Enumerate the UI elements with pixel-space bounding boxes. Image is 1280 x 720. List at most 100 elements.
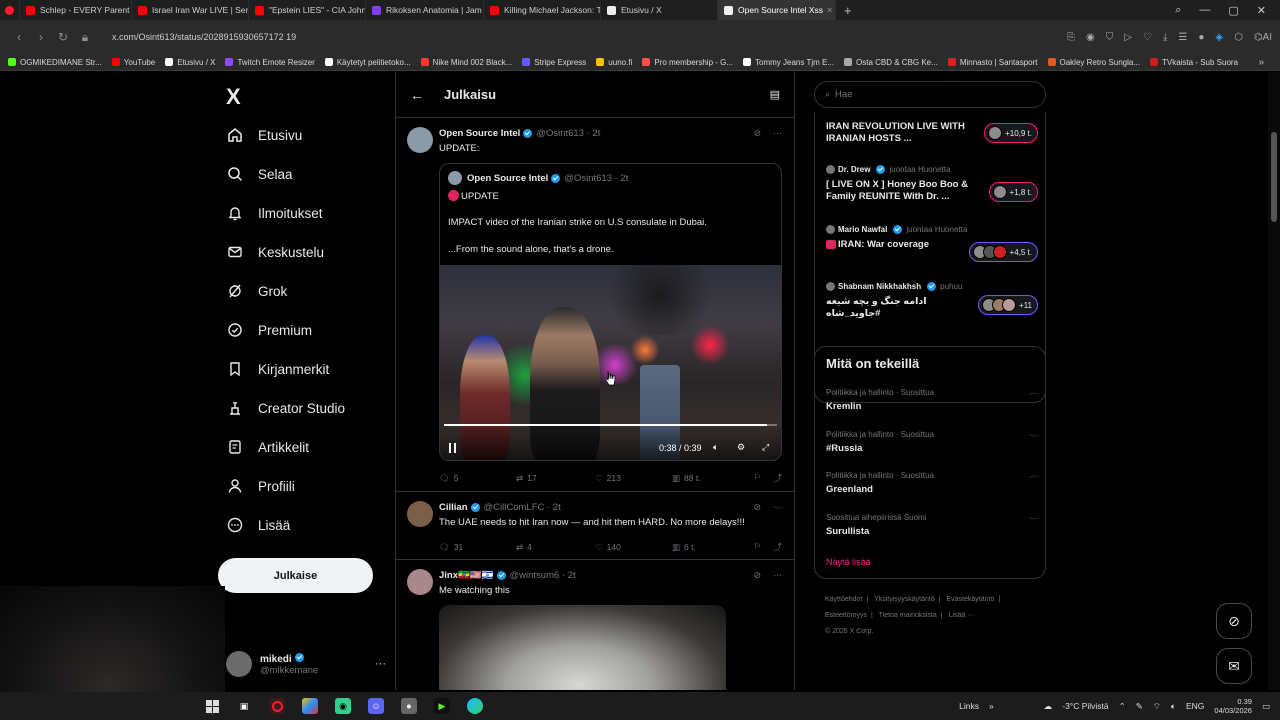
- views-button[interactable]: ▥ 88 t.: [672, 473, 751, 484]
- search-input[interactable]: ⌕ Hae: [814, 81, 1046, 108]
- video-player[interactable]: 0:38 / 0:39 🔈︎ ⚙ ⤢: [440, 265, 781, 460]
- bookmark-item[interactable]: Etusivu / X: [165, 58, 215, 67]
- live-listeners-pill[interactable]: +4,5 t.: [968, 242, 1038, 262]
- quoted-tweet[interactable]: Open Source Intel @Osint613 · 2t UPDATE …: [439, 163, 782, 461]
- tweet-more-icon[interactable]: ···: [773, 502, 782, 513]
- shield-icon[interactable]: ⛉: [1106, 32, 1114, 43]
- opera-menu-icon[interactable]: [0, 0, 20, 20]
- bookmark-item[interactable]: OGMIKEDIMANE Str...: [8, 58, 102, 67]
- bookmark-item[interactable]: Pro membership - G...: [642, 58, 733, 67]
- network-icon[interactable]: ⌔: [1153, 701, 1161, 712]
- nav-item-more[interactable]: Lisää: [226, 511, 290, 539]
- tweet-author-name[interactable]: Cillian: [439, 502, 468, 513]
- trend-more-icon[interactable]: ···: [1029, 471, 1038, 481]
- play-icon[interactable]: ▷: [1124, 32, 1132, 43]
- live-listeners-pill[interactable]: +10,9 t.: [984, 123, 1038, 143]
- nav-item-creator-studio[interactable]: Creator Studio: [226, 394, 345, 422]
- repost-button[interactable]: ⇄ 17: [516, 473, 595, 484]
- tray-expand-icon[interactable]: ⌃: [1119, 701, 1126, 712]
- discord-taskbar-icon[interactable]: ☺: [368, 698, 384, 714]
- reader-mode-icon[interactable]: ▤: [770, 88, 780, 101]
- settings-gear-icon[interactable]: ⚙: [737, 442, 745, 453]
- live-space-item[interactable]: Shabnam Nikkhakhsh puhuu ادامه جنگ و بچه …: [826, 280, 1038, 330]
- avatar[interactable]: [407, 501, 433, 527]
- account-icon[interactable]: ●: [1198, 32, 1204, 43]
- nav-item-bookmarks[interactable]: Kirjanmerkit: [226, 355, 329, 383]
- grok-explain-icon[interactable]: ⊘: [753, 128, 761, 139]
- lock-icon[interactable]: 🔒︎: [74, 30, 96, 45]
- ai-icon[interactable]: ⌬AI: [1254, 32, 1272, 43]
- bookmarks-overflow-icon[interactable]: »: [1258, 57, 1280, 68]
- repost-button[interactable]: ⇄ 4: [516, 542, 595, 553]
- tweet-more-icon[interactable]: ···: [773, 570, 782, 581]
- live-space-item[interactable]: IRAN REVOLUTION LIVE WITH IRANIAN HOSTS …: [826, 121, 1038, 153]
- tweet-author-name[interactable]: Open Source Intel: [439, 128, 520, 139]
- bookmark-item[interactable]: TVkaista - Sub Suora: [1149, 58, 1238, 67]
- browser-tab[interactable]: Killing Michael Jackson: Ti: [484, 0, 601, 20]
- reply-button[interactable]: 🗨︎ 5: [439, 473, 516, 484]
- tweet-author-name[interactable]: Jinx🇪🇹🇺🇸🇮🇱: [439, 570, 494, 581]
- close-tab-icon[interactable]: ×: [823, 5, 832, 15]
- clock[interactable]: 0.39 04/03/2026: [1214, 697, 1252, 715]
- forward-nav-icon[interactable]: ›: [30, 30, 52, 44]
- nav-item-grok[interactable]: Grok: [226, 277, 287, 305]
- avatar[interactable]: [407, 569, 433, 595]
- account-more-icon[interactable]: ···: [375, 658, 386, 670]
- app-taskbar-icon[interactable]: [302, 698, 318, 714]
- bookmark-item[interactable]: uuno.fi: [596, 58, 632, 67]
- bookmark-item[interactable]: Twitch Emote Resizer: [225, 58, 315, 67]
- live-listeners-pill[interactable]: +1,8 t.: [988, 182, 1038, 202]
- bookmark-icon[interactable]: ⚐: [754, 472, 762, 484]
- back-nav-icon[interactable]: ‹: [8, 30, 30, 44]
- links-toolbar[interactable]: Links: [959, 701, 979, 711]
- search-tabs-icon[interactable]: ⌕: [1175, 4, 1181, 17]
- bookmark-item[interactable]: Käytetyt pelitietoko...: [324, 58, 411, 67]
- trend-item[interactable]: Suosittua aihepiirissä Suomi Surullista …: [826, 513, 1038, 537]
- browser-tab[interactable]: Rikoksen Anatomia | Jam: [366, 0, 484, 20]
- download-icon[interactable]: ⤓: [1163, 32, 1167, 43]
- tweet[interactable]: Jinx🇪🇹🇺🇸🇮🇱 @wintsum6 · 2t ⊘ ··· Me watchi…: [396, 560, 794, 690]
- tweet[interactable]: Cillian @CillComLFC · 2t ⊘ ··· The UAE ne…: [396, 492, 794, 560]
- notification-icon[interactable]: ▭: [1262, 701, 1270, 712]
- bookmark-item[interactable]: Osta CBD & CBG Ke...: [844, 58, 938, 67]
- avatar[interactable]: [407, 127, 433, 153]
- volume-icon[interactable]: 🔈︎: [1171, 701, 1176, 712]
- spotify-like-taskbar-icon[interactable]: ◉: [335, 698, 351, 714]
- grok-fab-button[interactable]: ⊘: [1216, 603, 1252, 639]
- bookmark-icon[interactable]: ⚐: [754, 541, 762, 553]
- grok-explain-icon[interactable]: ⊘: [753, 570, 761, 581]
- footer-link[interactable]: Evästekäytäntö: [947, 596, 995, 603]
- streaming-app-taskbar-icon[interactable]: ▶: [434, 698, 450, 714]
- share-icon[interactable]: ⤴: [773, 472, 782, 484]
- language-indicator[interactable]: ENG: [1186, 701, 1204, 711]
- nav-item-premium[interactable]: Premium: [226, 316, 312, 344]
- obs-taskbar-icon[interactable]: ●: [401, 698, 417, 714]
- close-window-icon[interactable]: ✕: [1257, 4, 1266, 17]
- like-button[interactable]: ♡ 140: [595, 542, 672, 553]
- footer-link[interactable]: Esteettömyys: [825, 612, 867, 619]
- extension-icon[interactable]: ◈: [1215, 32, 1223, 43]
- reload-icon[interactable]: ↻: [52, 30, 74, 44]
- browser-tab[interactable]: Etusivu / X: [601, 0, 718, 20]
- minimize-icon[interactable]: —: [1199, 4, 1210, 17]
- account-switcher[interactable]: mikedi @mikkemane ···: [226, 646, 386, 682]
- footer-link[interactable]: Yksityisyyskäytäntö: [874, 596, 935, 603]
- scrollbar-thumb[interactable]: [1271, 132, 1277, 222]
- trend-item[interactable]: Politiikka ja hallinto · Suosittua Kreml…: [826, 388, 1038, 412]
- trend-more-icon[interactable]: ···: [1029, 430, 1038, 440]
- browser-tab[interactable]: Israel Iran War LIVE | Serie: [132, 0, 249, 20]
- trend-item[interactable]: Politiikka ja hallinto · Suosittua #Russ…: [826, 430, 1038, 454]
- tweet[interactable]: Open Source Intel @Osint613 · 2t ⊘ ··· UP…: [396, 118, 794, 492]
- show-more-link[interactable]: Näytä lisää: [826, 557, 871, 567]
- camera-icon[interactable]: ◉: [1086, 32, 1095, 43]
- nav-item-home[interactable]: Etusivu: [226, 121, 302, 149]
- opera-taskbar-icon[interactable]: [269, 698, 285, 714]
- tweet-media-image[interactable]: [439, 605, 726, 690]
- back-arrow-icon[interactable]: ←: [410, 87, 424, 103]
- bookmark-item[interactable]: Nike Mind 002 Black...: [420, 58, 512, 67]
- video-progress-bar[interactable]: [444, 424, 777, 426]
- tweet-more-icon[interactable]: ···: [773, 128, 782, 139]
- grok-explain-icon[interactable]: ⊘: [753, 502, 761, 513]
- trend-more-icon[interactable]: ···: [1029, 388, 1038, 398]
- weather-text[interactable]: -3°C Pilvistä: [1062, 701, 1108, 711]
